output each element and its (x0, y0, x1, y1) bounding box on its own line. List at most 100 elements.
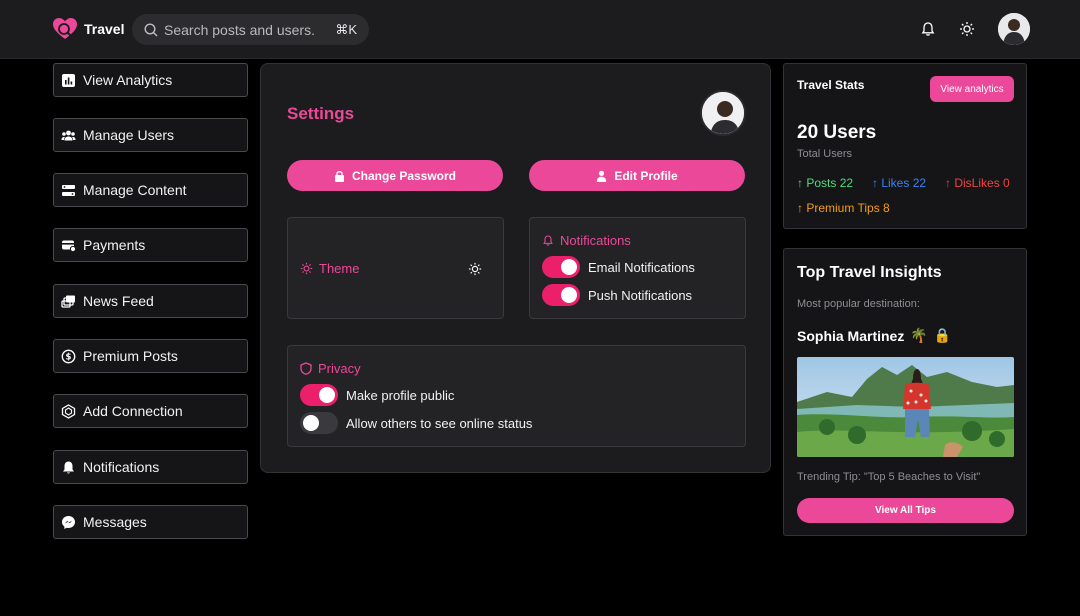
posts-value: Posts 22 (806, 176, 854, 190)
sun-icon (300, 262, 313, 275)
privacy-card: Privacy Make profile public Allow others… (287, 345, 746, 447)
stats-title: Travel Stats (797, 78, 865, 92)
search-input[interactable] (164, 21, 314, 38)
theme-toggle-sun-icon[interactable] (468, 262, 482, 276)
button-label: Change Password (351, 168, 457, 183)
email-notifications-toggle[interactable] (542, 256, 580, 278)
notifications-title: Notifications (542, 233, 631, 248)
sidebar-item-premium-posts[interactable]: $ Premium Posts (53, 339, 248, 373)
public-profile-toggle[interactable] (300, 384, 338, 406)
sidebar-item-payments[interactable]: Payments (53, 228, 248, 262)
travel-insights-card: Top Travel Insights Most popular destina… (783, 248, 1027, 536)
sidebar-item-label: Add Connection (83, 403, 183, 419)
arrow-up-icon: ↑ (797, 201, 803, 215)
payments-icon (62, 240, 76, 252)
messenger-icon (62, 515, 75, 529)
travel-stats-card: Travel Stats View analytics 20 Users Tot… (783, 63, 1027, 229)
arrow-up-icon: ↑ (872, 176, 878, 190)
public-profile-label: Make profile public (346, 387, 455, 403)
sidebar-item-label: Premium Posts (83, 348, 178, 364)
users-count: 20 Users (797, 122, 877, 143)
sidebar-item-label: View Analytics (83, 72, 173, 88)
dislikes-stat: ↑ DisLikes 0 (945, 176, 1010, 190)
change-password-button[interactable]: Change Password (287, 160, 503, 191)
notifications-card: Notifications Email Notifications Push N… (529, 217, 746, 319)
sun-icon[interactable] (959, 21, 975, 37)
toggle-knob (561, 259, 577, 275)
top-bar: Travel ⌘K (0, 0, 1080, 59)
premium-tips-stat: ↑ Premium Tips 8 (797, 201, 890, 215)
users-caption: Total Users (797, 148, 853, 160)
user-name: Sophia Martinez (797, 327, 905, 344)
arrow-up-icon: ↑ (797, 176, 803, 190)
notifications-label: Notifications (560, 233, 631, 248)
button-label: Edit Profile (614, 168, 678, 183)
avatar-portrait (702, 92, 744, 134)
email-notifications-label: Email Notifications (588, 259, 695, 275)
likes-stat: ↑ Likes 22 (872, 176, 926, 190)
connection-icon (61, 403, 76, 419)
avatar-portrait (998, 13, 1030, 45)
insights-title: Top Travel Insights (797, 264, 942, 281)
premium-tips-value: Premium Tips 8 (806, 201, 890, 215)
palm-tree-icon: 🌴 (910, 327, 928, 343)
content-icon (62, 184, 75, 196)
bell-icon (63, 461, 74, 473)
user-icon (597, 170, 607, 182)
arrow-up-icon: ↑ (945, 176, 951, 190)
view-all-tips-button[interactable]: View All Tips (797, 498, 1014, 523)
privacy-title: Privacy (300, 361, 361, 376)
sidebar-item-label: Payments (83, 237, 146, 253)
search-icon (144, 22, 158, 36)
online-status-toggle[interactable] (300, 412, 338, 434)
analytics-icon (62, 73, 75, 87)
svg-text:$: $ (66, 352, 72, 362)
destination-user: Sophia Martinez 🌴 🔒 (797, 327, 951, 344)
sidebar-item-notifications[interactable]: Notifications (53, 450, 248, 484)
online-status-label: Allow others to see online status (346, 415, 533, 431)
bell-icon[interactable] (920, 21, 936, 37)
user-avatar[interactable] (998, 13, 1030, 45)
users-icon (61, 130, 76, 140)
sidebar-item-manage-content[interactable]: Manage Content (53, 173, 248, 207)
edit-profile-button[interactable]: Edit Profile (529, 160, 745, 191)
privacy-label: Privacy (318, 361, 361, 376)
lock-icon: 🔒 (933, 327, 952, 343)
dislikes-value: DisLikes 0 (954, 176, 1010, 190)
brand-name: Travel (84, 21, 125, 37)
sidebar-item-manage-users[interactable]: Manage Users (53, 118, 248, 152)
destination-photo (797, 357, 1014, 457)
theme-card: Theme (287, 217, 504, 319)
news-feed-icon (61, 295, 75, 308)
online-status-row: Allow others to see online status (300, 412, 532, 434)
likes-value: Likes 22 (881, 176, 927, 190)
search-bar[interactable]: ⌘K (132, 14, 369, 45)
push-notifications-row: Push Notifications (542, 284, 692, 306)
sidebar-item-view-analytics[interactable]: View Analytics (53, 63, 248, 97)
toggle-knob (303, 415, 319, 431)
destination-image (797, 357, 1014, 457)
profile-avatar[interactable] (700, 90, 746, 136)
lock-icon (334, 170, 344, 182)
sidebar-item-label: Notifications (83, 459, 160, 475)
heart-logo-icon (53, 18, 77, 39)
shield-icon (300, 362, 312, 375)
push-notifications-label: Push Notifications (588, 287, 693, 303)
theme-title: Theme (300, 261, 359, 276)
settings-panel: Settings Change Password Edit Profile Th… (260, 63, 771, 473)
sidebar-item-label: News Feed (83, 293, 154, 309)
sidebar-item-label: Messages (83, 514, 147, 530)
brand[interactable]: Travel (52, 16, 124, 42)
sidebar-item-label: Manage Users (83, 127, 175, 143)
page-title: Settings (287, 104, 355, 123)
premium-icon: $ (61, 349, 76, 363)
push-notifications-toggle[interactable] (542, 284, 580, 306)
sidebar-item-add-connection[interactable]: Add Connection (53, 394, 248, 428)
theme-label: Theme (319, 261, 360, 276)
toggle-knob (319, 387, 335, 403)
view-analytics-button[interactable]: View analytics (930, 76, 1014, 102)
search-shortcut: ⌘K (335, 21, 357, 37)
sidebar-item-news-feed[interactable]: News Feed (53, 284, 248, 318)
sidebar-item-messages[interactable]: Messages (53, 505, 248, 539)
sidebar-item-label: Manage Content (83, 182, 187, 198)
